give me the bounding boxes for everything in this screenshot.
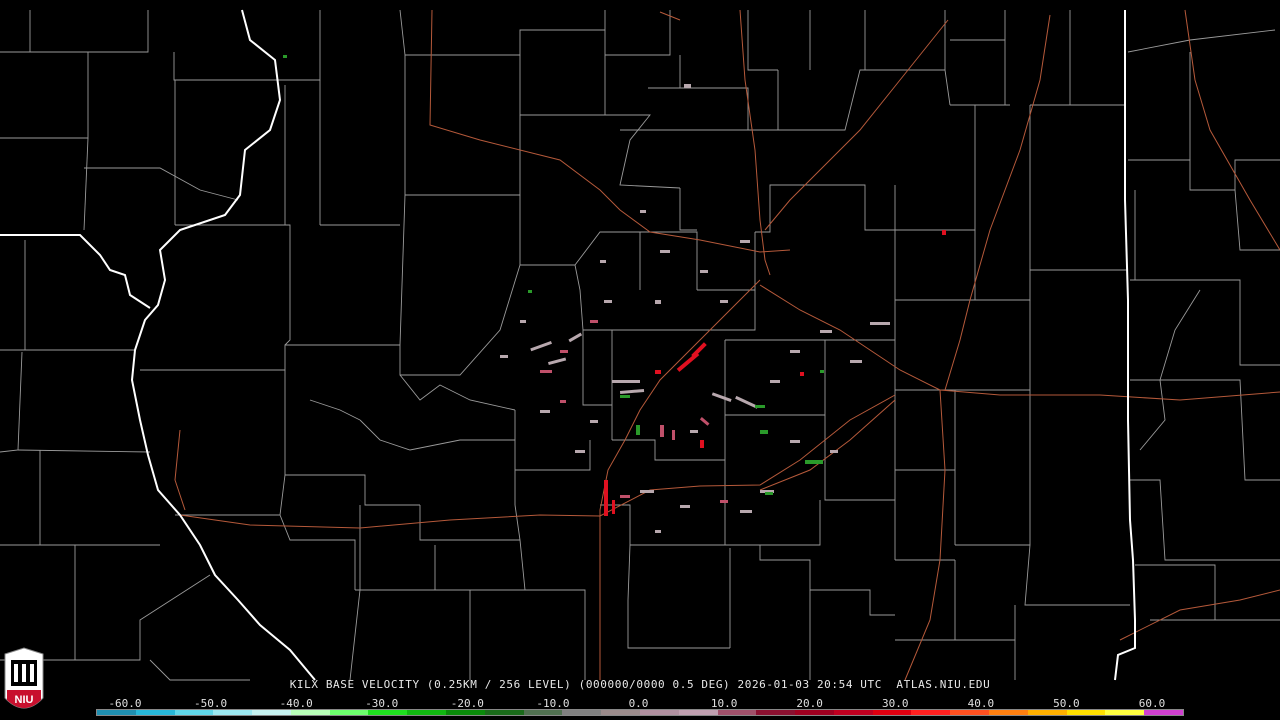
colorbar-segment	[1144, 710, 1183, 715]
colorbar-segment	[911, 710, 951, 715]
colorbar-segment	[174, 710, 214, 715]
colorbar-segment	[1105, 710, 1145, 715]
colorbar-segment	[833, 710, 873, 715]
state-boundaries	[0, 9, 1136, 681]
colorbar-segment	[872, 710, 912, 715]
velocity-colorbar	[96, 709, 1184, 716]
colorbar-segment	[562, 710, 602, 715]
radar-map	[0, 9, 1280, 681]
colorbar-segment	[756, 710, 796, 715]
colorbar-segment	[290, 710, 330, 715]
colorbar-segment	[1027, 710, 1067, 715]
colorbar-segment	[678, 710, 718, 715]
colorbar-segment	[639, 710, 679, 715]
colorbar-segment	[950, 710, 989, 715]
colorbar-segment	[329, 710, 369, 715]
colorbar-segment	[368, 710, 408, 715]
colorbar-segment	[213, 710, 253, 715]
colorbar-segment	[407, 710, 447, 715]
radar-title: KILX BASE VELOCITY (0.25KM / 256 LEVEL) …	[289, 678, 991, 691]
colorbar-segment	[523, 710, 563, 715]
county-boundaries	[0, 9, 1280, 681]
colorbar-segment	[1066, 710, 1106, 715]
colorbar-segment	[795, 710, 834, 715]
colorbar-segment	[484, 710, 524, 715]
colorbar-segment	[717, 710, 757, 715]
colorbar-segment	[135, 710, 175, 715]
colorbar-segment	[97, 710, 136, 715]
velocity-scale-labels: -60.0 -50.0 -40.0 -30.0 -20.0 -10.0 0.0 10.0 20.…	[0, 697, 1280, 710]
radar-echoes	[283, 55, 946, 533]
colorbar-segment	[988, 710, 1028, 715]
colorbar-segment	[601, 710, 640, 715]
colorbar-segment	[252, 710, 291, 715]
colorbar-segment	[446, 710, 485, 715]
